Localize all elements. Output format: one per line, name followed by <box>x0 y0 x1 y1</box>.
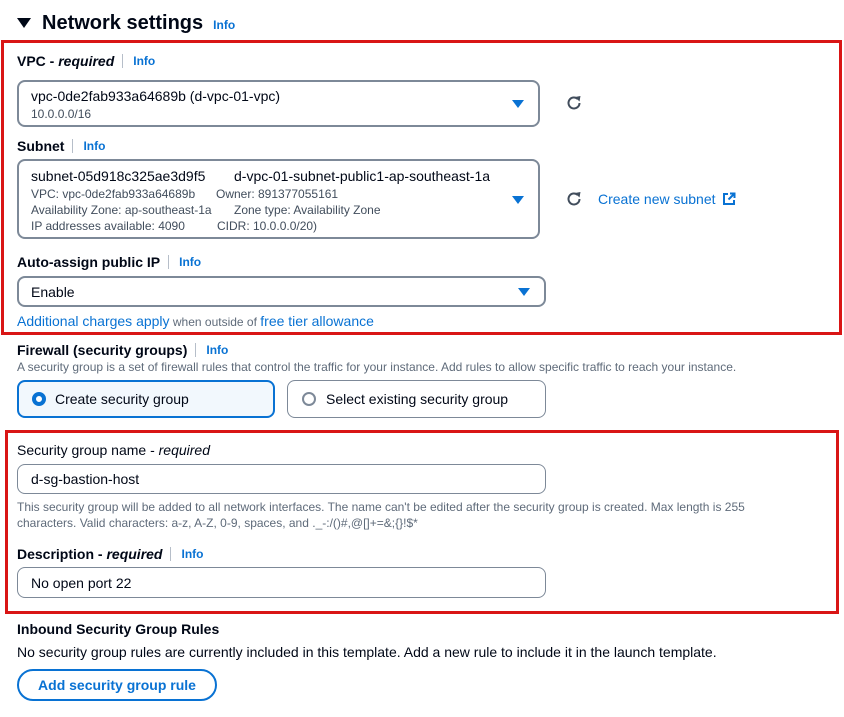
vpc-label-row: VPC - required Info <box>17 53 155 69</box>
subnet-az: Availability Zone: ap-southeast-1a <box>31 203 212 217</box>
divider <box>170 547 172 561</box>
free-tier-link[interactable]: free tier allowance <box>260 313 374 329</box>
add-sg-rule-button[interactable]: Add security group rule <box>17 669 217 701</box>
chevron-down-icon <box>512 196 524 204</box>
description-info-link[interactable]: Info <box>181 547 203 561</box>
divider <box>72 139 74 153</box>
vpc-cidr: 10.0.0.0/16 <box>31 107 92 121</box>
subnet-select[interactable]: subnet-05d918c325ae3d9f5 d-vpc-01-subnet… <box>17 159 540 239</box>
external-link-icon <box>722 192 736 205</box>
divider <box>168 255 170 269</box>
inbound-title: Inbound Security Group Rules <box>17 621 220 637</box>
auto-ip-label-row: Auto-assign public IP Info <box>17 254 201 270</box>
sg-name-input[interactable]: d-sg-bastion-host <box>17 464 546 494</box>
radio-selected-icon <box>32 392 46 406</box>
vpc-select[interactable]: vpc-0de2fab933a64689b (d-vpc-01-vpc) 10.… <box>17 80 540 127</box>
select-existing-sg-label: Select existing security group <box>326 391 509 407</box>
section-info-link[interactable]: Info <box>213 18 235 32</box>
subnet-cidr: CIDR: 10.0.0.0/20) <box>217 219 318 233</box>
subnet-id: subnet-05d918c325ae3d9f5 <box>31 168 206 184</box>
create-subnet-link[interactable]: Create new subnet <box>598 191 736 207</box>
subnet-label: Subnet <box>17 138 65 154</box>
auto-ip-info-link[interactable]: Info <box>179 255 201 269</box>
sg-name-hint-1: This security group will be added to all… <box>17 500 745 514</box>
auto-ip-value: Enable <box>31 284 75 300</box>
firewall-label: Firewall (security groups) <box>17 342 188 358</box>
subnet-name: d-vpc-01-subnet-public1-ap-southeast-1a <box>234 168 491 184</box>
create-sg-option[interactable]: Create security group <box>17 380 275 418</box>
additional-charges-link[interactable]: Additional charges apply <box>17 313 170 329</box>
subnet-label-row: Subnet Info <box>17 138 105 154</box>
charges-mid-text: when outside of <box>169 315 261 329</box>
subnet-ips: IP addresses available: 4090 <box>31 219 185 233</box>
description-value: No open port 22 <box>31 575 132 591</box>
section-header[interactable]: Network settings Info <box>16 10 235 36</box>
charges-note: Additional charges apply when outside of… <box>17 313 374 329</box>
description-label-row: Description - required Info <box>17 546 203 562</box>
firewall-label-row: Firewall (security groups) Info <box>17 342 228 358</box>
vpc-label: VPC - required <box>17 53 115 69</box>
auto-ip-select[interactable]: Enable <box>17 276 546 307</box>
create-subnet-label: Create new subnet <box>598 191 716 207</box>
vpc-info-link[interactable]: Info <box>133 54 155 68</box>
auto-ip-label: Auto-assign public IP <box>17 254 161 270</box>
inbound-text: No security group rules are currently in… <box>17 644 717 660</box>
subnet-zone-type: Zone type: Availability Zone <box>234 203 381 217</box>
sg-name-hint-2: characters. Valid characters: a-z, A-Z, … <box>17 516 418 530</box>
subnet-vpc: VPC: vpc-0de2fab933a64689b <box>31 187 196 201</box>
radio-unselected-icon <box>302 392 316 406</box>
description-label: Description - required <box>17 546 163 562</box>
divider <box>122 54 124 68</box>
firewall-info-link[interactable]: Info <box>206 343 228 357</box>
sg-name-label: Security group name - required <box>17 442 210 458</box>
caret-down-icon <box>17 18 31 28</box>
divider <box>195 343 197 357</box>
description-input[interactable]: No open port 22 <box>17 567 546 598</box>
chevron-down-icon <box>512 100 524 108</box>
vpc-value: vpc-0de2fab933a64689b (d-vpc-01-vpc) <box>31 88 281 104</box>
section-title: Network settings <box>42 11 204 34</box>
create-sg-label: Create security group <box>55 391 189 407</box>
subnet-info-link[interactable]: Info <box>83 139 105 153</box>
refresh-icon[interactable] <box>564 189 584 209</box>
add-sg-rule-label: Add security group rule <box>38 677 196 693</box>
refresh-icon[interactable] <box>564 93 584 113</box>
select-existing-sg-option[interactable]: Select existing security group <box>287 380 546 418</box>
firewall-description: A security group is a set of firewall ru… <box>17 360 737 374</box>
chevron-down-icon <box>518 288 530 296</box>
subnet-owner: Owner: 891377055161 <box>216 187 339 201</box>
sg-name-value: d-sg-bastion-host <box>31 471 140 487</box>
